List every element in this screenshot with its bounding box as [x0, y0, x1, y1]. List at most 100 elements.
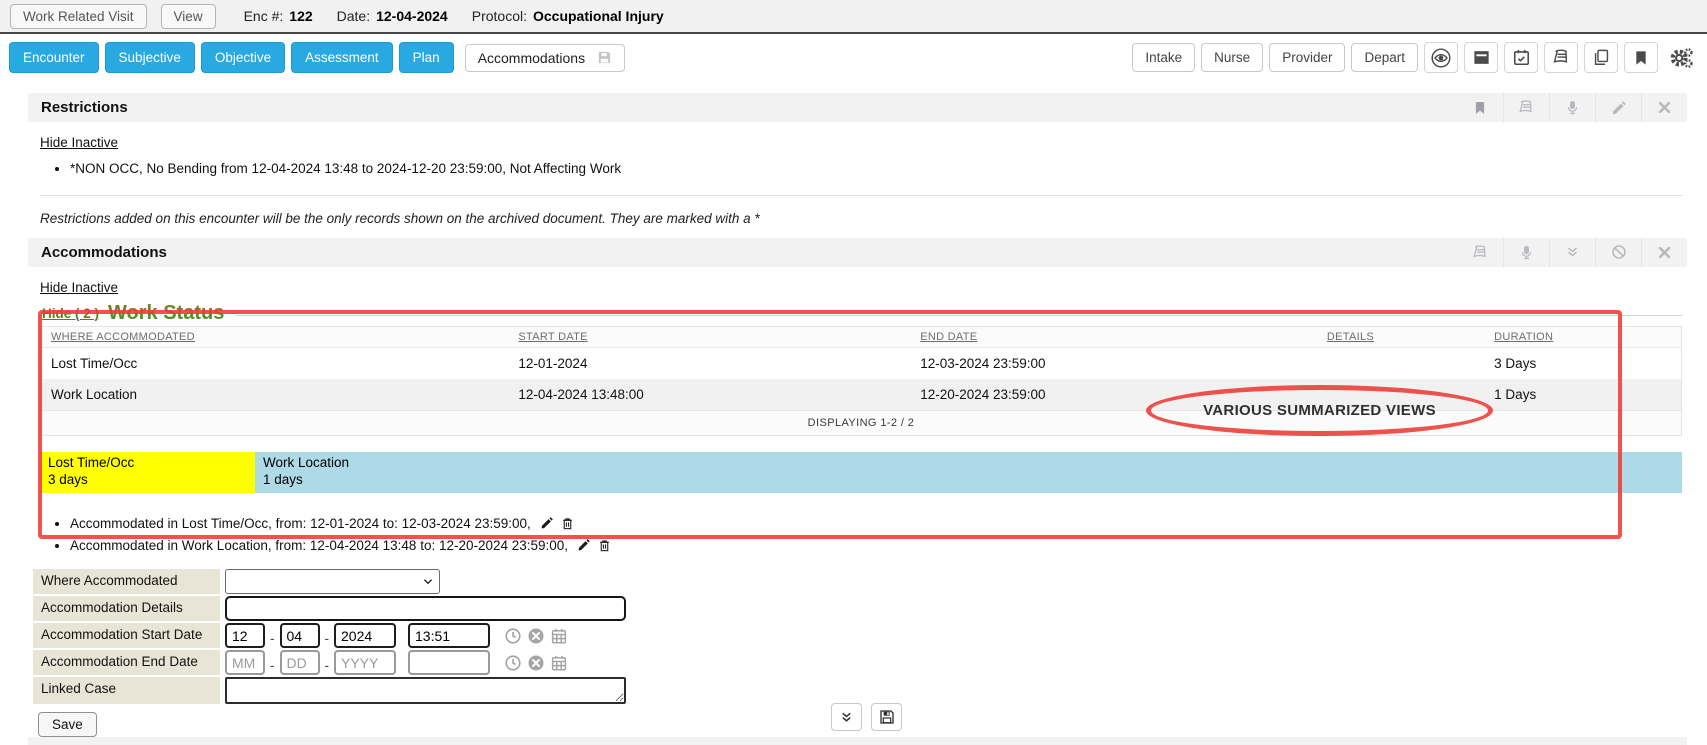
date-separator: - — [325, 658, 330, 673]
disable-icon[interactable] — [1595, 238, 1641, 267]
save-all-button[interactable] — [871, 703, 902, 731]
collapse-icon[interactable] — [1549, 238, 1595, 267]
bookmark-button[interactable] — [1624, 42, 1658, 73]
cell-start: 12-04-2024 13:48:00 — [508, 379, 910, 411]
summary-bar-work-location[interactable]: Work Location 1 days — [255, 452, 1682, 493]
cell-details — [1317, 347, 1484, 379]
calendar-check-button[interactable] — [1504, 42, 1538, 73]
bottom-controls — [831, 703, 902, 731]
close-icon[interactable] — [1641, 93, 1687, 122]
tab-encounter[interactable]: Encounter — [9, 42, 99, 73]
summary-bar-duration: 1 days — [263, 471, 1674, 489]
cell-where: Lost Time/Occ — [41, 347, 508, 379]
clock-icon[interactable] — [504, 654, 522, 672]
end-time-input[interactable] — [408, 650, 490, 675]
cell-details — [1317, 379, 1484, 411]
col-duration[interactable]: DURATION — [1484, 327, 1681, 348]
encounter-number: Enc #: 122 — [244, 8, 313, 24]
collapse-all-button[interactable] — [831, 703, 862, 731]
col-details[interactable]: DETAILS — [1317, 327, 1484, 348]
work-status-table-container: WHERE ACCOMMODATED START DATE END DATE D… — [40, 326, 1682, 436]
start-time-input[interactable] — [408, 623, 490, 648]
linked-case-label: Linked Case — [33, 677, 220, 704]
delete-trash-icon[interactable] — [561, 516, 574, 531]
restrictions-hide-inactive-link[interactable]: Hide Inactive — [40, 135, 118, 150]
accommodations-hide-inactive-link[interactable]: Hide Inactive — [40, 280, 118, 295]
col-start-date[interactable]: START DATE — [508, 327, 910, 348]
bookmark-icon[interactable] — [1457, 93, 1503, 122]
calendar-icon[interactable] — [550, 654, 568, 672]
protocol-label: Protocol: — [472, 8, 527, 24]
work-status-legend: Hide ( 2 ) Work Status — [42, 302, 1682, 325]
where-accommodated-select[interactable] — [225, 569, 440, 594]
tab-accommodations-active[interactable]: Accommodations — [465, 44, 625, 72]
clock-icon[interactable] — [504, 627, 522, 645]
work-status-table: WHERE ACCOMMODATED START DATE END DATE D… — [41, 327, 1681, 435]
tab-objective[interactable]: Objective — [201, 42, 285, 73]
intake-button[interactable]: Intake — [1132, 43, 1195, 72]
close-icon[interactable] — [1641, 238, 1687, 267]
app-window: Work Related Visit View Enc #: 122 Date:… — [0, 0, 1707, 745]
tab-plan[interactable]: Plan — [399, 42, 454, 73]
microphone-icon[interactable] — [1503, 238, 1549, 267]
col-where-accommodated[interactable]: WHERE ACCOMMODATED — [41, 327, 508, 348]
settings-button[interactable] — [1664, 42, 1698, 73]
tab-assessment[interactable]: Assessment — [291, 42, 393, 73]
hide-count-link[interactable]: Hide ( 2 ) — [42, 306, 99, 321]
date-label: Date: — [337, 8, 370, 24]
accommodations-title: Accommodations — [41, 244, 167, 261]
book-icon[interactable] — [1457, 238, 1503, 267]
work-related-visit-button[interactable]: Work Related Visit — [10, 4, 147, 29]
pencil-icon[interactable] — [1595, 93, 1641, 122]
clear-date-icon[interactable] — [527, 654, 545, 672]
archive-button[interactable] — [1464, 42, 1498, 73]
end-year-input[interactable] — [334, 650, 396, 675]
edit-pencil-icon[interactable] — [540, 516, 554, 531]
copy-button[interactable] — [1584, 42, 1618, 73]
book-icon[interactable] — [1503, 93, 1549, 122]
calendar-icon[interactable] — [550, 627, 568, 645]
chart-book-button[interactable] — [1544, 42, 1578, 73]
summary-bar-lost-time[interactable]: Lost Time/Occ 3 days — [40, 452, 255, 493]
end-month-input[interactable] — [225, 650, 265, 675]
restrictions-header-icons — [1457, 93, 1687, 122]
depart-button[interactable]: Depart — [1351, 43, 1418, 72]
accommodation-summary-list: Accommodated in Lost Time/Occ, from: 12-… — [28, 513, 1687, 556]
microphone-icon[interactable] — [1549, 93, 1595, 122]
eye-button[interactable] — [1424, 42, 1458, 73]
date-separator: - — [270, 631, 275, 646]
save-button[interactable]: Save — [38, 712, 97, 737]
accommodations-header: Accommodations — [28, 238, 1687, 267]
cell-end: 12-03-2024 23:59:00 — [910, 347, 1317, 379]
view-button[interactable]: View — [161, 4, 216, 29]
accommodation-details-input[interactable] — [225, 596, 626, 621]
edit-pencil-icon[interactable] — [577, 538, 591, 553]
date-separator: - — [325, 631, 330, 646]
enc-value: 122 — [289, 8, 312, 24]
start-year-input[interactable] — [334, 623, 396, 648]
delete-trash-icon[interactable] — [598, 538, 611, 553]
table-row[interactable]: Lost Time/Occ 12-01-2024 12-03-2024 23:5… — [41, 347, 1681, 379]
save-disk-icon — [597, 50, 612, 65]
start-day-input[interactable] — [280, 623, 320, 648]
paging-status: DISPLAYING 1-2 / 2 — [41, 410, 1681, 435]
restriction-item: *NON OCC, No Bending from 12-04-2024 13:… — [70, 159, 1687, 180]
active-tab-label: Accommodations — [478, 50, 585, 66]
clear-date-icon[interactable] — [527, 627, 545, 645]
enc-label: Enc #: — [244, 8, 284, 24]
list-item: Accommodated in Lost Time/Occ, from: 12-… — [70, 513, 1687, 535]
col-end-date[interactable]: END DATE — [910, 327, 1317, 348]
end-day-input[interactable] — [280, 650, 320, 675]
summary-bar-label: Lost Time/Occ — [48, 454, 247, 472]
chevron-double-down-icon — [840, 711, 853, 724]
linked-case-input[interactable] — [225, 677, 626, 704]
restrictions-title: Restrictions — [41, 99, 128, 116]
copy-icon — [1592, 48, 1611, 67]
cell-duration: 1 Days — [1484, 379, 1681, 411]
provider-button[interactable]: Provider — [1269, 43, 1345, 72]
cell-start: 12-01-2024 — [508, 347, 910, 379]
start-month-input[interactable] — [225, 623, 265, 648]
table-row[interactable]: Work Location 12-04-2024 13:48:00 12-20-… — [41, 379, 1681, 411]
tab-subjective[interactable]: Subjective — [105, 42, 195, 73]
nurse-button[interactable]: Nurse — [1201, 43, 1263, 72]
